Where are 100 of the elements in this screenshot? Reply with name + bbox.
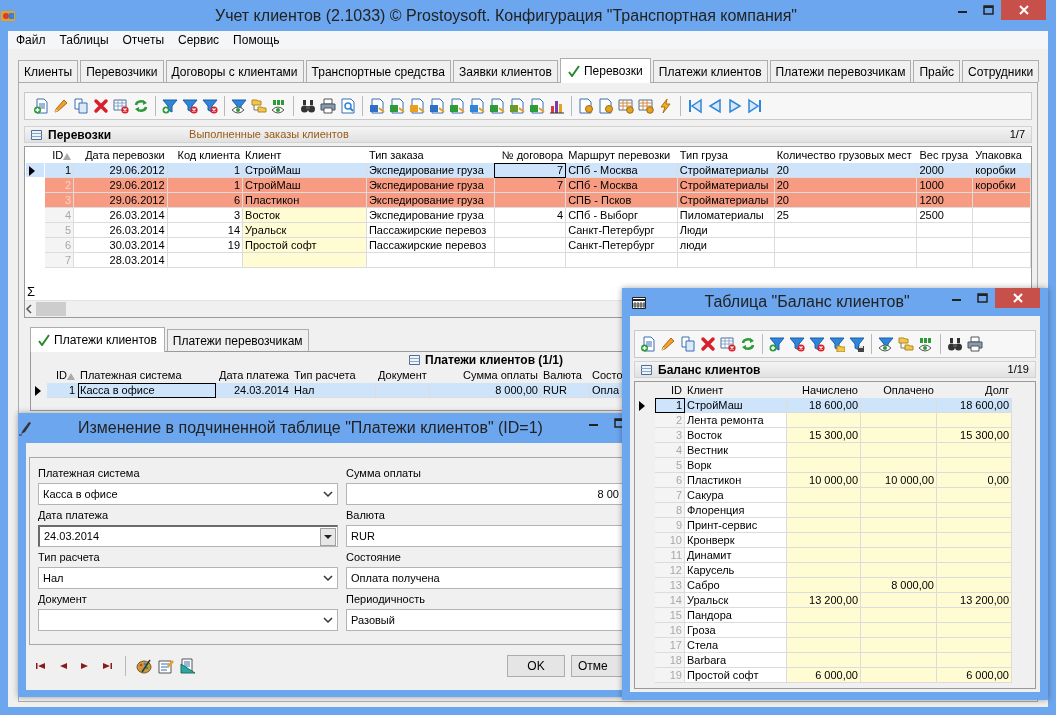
table-gear-icon[interactable]	[618, 98, 634, 114]
menu-item[interactable]: Сервис	[178, 31, 220, 49]
field-label: Сумма оплаты	[346, 465, 421, 481]
sort-ascending-icon	[67, 371, 75, 380]
copy-icon[interactable]	[73, 98, 89, 114]
refresh-icon[interactable]	[740, 336, 756, 352]
new-document-icon[interactable]	[640, 336, 656, 352]
maximize-icon[interactable]	[976, 293, 988, 303]
delete-icon[interactable]	[93, 98, 109, 114]
dropdown-button[interactable]	[320, 527, 336, 546]
tab[interactable]: Клиенты	[18, 60, 79, 82]
folder-tree-icon[interactable]	[251, 98, 267, 114]
print-preview-icon[interactable]	[340, 98, 356, 114]
filter-eye-icon[interactable]	[231, 98, 247, 114]
bar-chart-icon[interactable]	[549, 98, 565, 114]
eye-icon[interactable]	[271, 98, 287, 114]
scroll-left-icon	[25, 304, 33, 314]
lightning-icon[interactable]	[658, 98, 674, 114]
table-cell: 30.03.2014	[73, 237, 168, 253]
binoculars-icon[interactable]	[947, 336, 963, 352]
filter-folder-icon[interactable]	[829, 336, 845, 352]
table-cell: Санкт-Петербург	[565, 222, 678, 238]
field-label: Периодичность	[346, 591, 425, 607]
export-icon[interactable]	[489, 98, 505, 114]
document-gear-icon[interactable]	[598, 98, 614, 114]
printer-icon[interactable]	[320, 98, 336, 114]
filter-remove-icon[interactable]	[182, 98, 198, 114]
printer-icon[interactable]	[967, 336, 983, 352]
date-field[interactable]: 24.03.2014	[38, 525, 338, 547]
export-icon[interactable]	[409, 98, 425, 114]
tab[interactable]: Заявки клиентов	[453, 60, 558, 82]
table-gear-icon[interactable]	[638, 98, 654, 114]
table-cell: 26.03.2014	[73, 222, 168, 238]
filter-remove-icon[interactable]	[789, 336, 805, 352]
tab[interactable]: Платежи перевозчикам	[769, 60, 912, 82]
menu-item[interactable]: Помощь	[233, 31, 280, 49]
filter-remove-icon[interactable]	[202, 98, 218, 114]
delete-icon[interactable]	[700, 336, 716, 352]
scrollbar-thumb[interactable]	[36, 302, 66, 316]
tab[interactable]: Транспортные средства	[305, 60, 451, 82]
pencil-icon[interactable]	[660, 336, 676, 352]
pencil-icon[interactable]	[53, 98, 69, 114]
window-title: Учет клиентов (2.1033) © Prostoysoft. Конфигурация "Транспортная компания"	[214, 5, 798, 26]
export-icon[interactable]	[429, 98, 445, 114]
eye-icon[interactable]	[918, 336, 934, 352]
table-icon	[409, 354, 420, 365]
filter-icon[interactable]	[769, 336, 785, 352]
binoculars-icon[interactable]	[300, 98, 316, 114]
filter-save-icon[interactable]	[849, 336, 865, 352]
close-button[interactable]	[1001, 0, 1046, 20]
dropdown-field[interactable]: Нал	[38, 567, 338, 589]
table-cell: 4	[494, 207, 566, 223]
tab[interactable]: Перевозчики	[80, 60, 164, 82]
export-icon[interactable]	[509, 98, 525, 114]
tab[interactable]: Прайс	[913, 60, 961, 82]
dropdown-field[interactable]	[38, 609, 338, 631]
tab[interactable]: Договоры с клиентами	[165, 60, 304, 82]
previous-record-icon[interactable]	[707, 98, 723, 114]
export-icon[interactable]	[449, 98, 465, 114]
export-icon[interactable]	[389, 98, 405, 114]
table-cell: 2500	[916, 207, 973, 223]
filter-icon[interactable]	[162, 98, 178, 114]
palette-icon[interactable]	[136, 658, 152, 674]
panel-title: Перевозки	[48, 126, 112, 144]
refresh-icon[interactable]	[133, 98, 149, 114]
tab[interactable]: Платежи перевозчикам	[166, 329, 309, 351]
table-cell: Пассажирские перевоз	[366, 222, 495, 238]
dropdown-field[interactable]: Касса в офисе	[38, 483, 338, 505]
export-icon[interactable]	[469, 98, 485, 114]
export-icon[interactable]	[529, 98, 545, 114]
filter-eye-icon[interactable]	[878, 336, 894, 352]
chevron-down-icon	[323, 616, 333, 624]
filter-remove-icon[interactable]	[809, 336, 825, 352]
close-button[interactable]	[995, 288, 1040, 308]
copy-icon[interactable]	[680, 336, 696, 352]
ok-button[interactable]: OK	[507, 655, 565, 677]
menu-item[interactable]: Таблицы	[59, 31, 109, 49]
table-delete-icon[interactable]	[720, 336, 736, 352]
export-icon[interactable]	[369, 98, 385, 114]
first-record-icon[interactable]	[687, 98, 703, 114]
form-edit-icon[interactable]	[158, 658, 174, 674]
menu-item[interactable]: Отчеты	[122, 31, 164, 49]
table-cell: СПб - Выборг	[565, 207, 678, 223]
field-label: Платежная система	[38, 465, 140, 481]
tab[interactable]: Платежи клиентов	[30, 327, 165, 352]
menu-item[interactable]: Файл	[16, 31, 46, 49]
next-record-icon[interactable]	[727, 98, 743, 114]
tab[interactable]: Перевозки	[559, 58, 651, 83]
tab[interactable]: Сотрудники	[962, 60, 1040, 82]
document-gear-icon[interactable]	[578, 98, 594, 114]
grid-title: Платежи клиентов (1/1)	[425, 351, 564, 369]
last-record-icon[interactable]	[747, 98, 763, 114]
table-delete-icon[interactable]	[113, 98, 129, 114]
field-label: Тип расчета	[38, 549, 100, 565]
ruler-icon[interactable]	[180, 658, 196, 674]
maximize-icon[interactable]	[613, 418, 625, 428]
tab[interactable]: Платежи клиентов	[652, 60, 768, 82]
new-document-icon[interactable]	[33, 98, 49, 114]
folder-tree-icon[interactable]	[898, 336, 914, 352]
maximize-icon[interactable]	[982, 5, 994, 15]
